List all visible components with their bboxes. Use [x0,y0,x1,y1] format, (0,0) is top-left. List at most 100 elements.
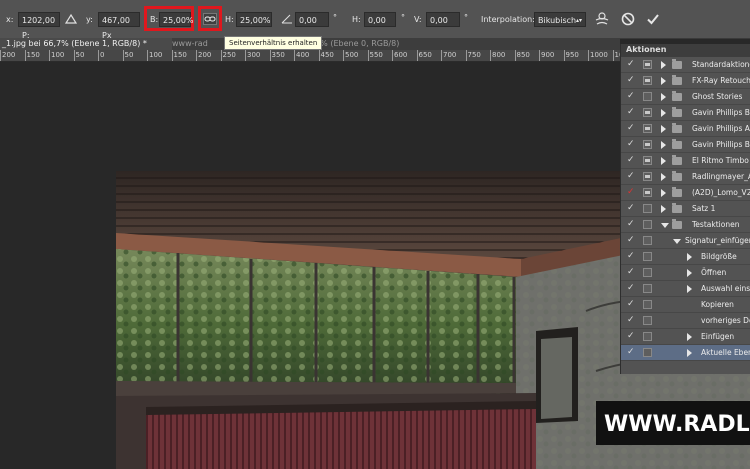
action-row[interactable]: ✓ Ghost Stories [621,89,750,105]
collapsed-triangle-icon[interactable] [661,61,666,69]
collapsed-triangle-icon[interactable] [687,349,692,357]
toggle-check-icon[interactable]: ✓ [627,171,635,182]
tab-www-rad[interactable]: www-rad [172,38,222,50]
width-percent-input[interactable]: 25,00% [159,12,194,27]
action-row[interactable]: ✓ Signatur_einfügen [621,233,750,249]
collapsed-triangle-icon[interactable] [661,77,666,85]
warp-mode-icon[interactable] [594,11,610,27]
h-skew-input[interactable]: 0,00 [364,12,396,27]
ruler-tick-label: 500 [345,51,359,59]
ruler-tick-label: 1000 [590,51,608,59]
collapsed-triangle-icon[interactable] [687,333,692,341]
ruler-tick [24,50,26,61]
ruler-tick-label: 200 [2,51,16,59]
dialog-toggle-icon[interactable] [643,316,652,325]
action-row[interactable]: ✓ El Ritmo Timbo - [621,153,750,169]
toggle-check-icon[interactable]: ✓ [627,187,635,198]
dialog-toggle-icon[interactable] [643,204,652,213]
toggle-check-icon[interactable]: ✓ [627,235,635,246]
action-label: Ghost Stories [692,92,743,101]
dialog-toggle-icon[interactable] [643,92,652,101]
expanded-triangle-icon[interactable] [661,223,669,228]
collapsed-triangle-icon[interactable] [687,269,692,277]
dialog-toggle-icon[interactable] [643,220,652,229]
toggle-check-icon[interactable]: ✓ [627,155,635,166]
toggle-check-icon[interactable]: ✓ [627,331,635,342]
action-row[interactable]: ✓ (A2D)_Lomo_V2 [621,185,750,201]
collapsed-triangle-icon[interactable] [661,189,666,197]
toggle-check-icon[interactable]: ✓ [627,59,635,70]
dialog-toggle-icon[interactable] [643,188,652,197]
action-row[interactable]: ✓ Testaktionen [621,217,750,233]
folder-icon [672,187,682,197]
cancel-transform-icon[interactable] [621,12,635,26]
toggle-check-icon[interactable]: ✓ [627,91,635,102]
v-skew-label: V: [414,15,422,24]
action-row[interactable]: ✓ Bildgröße [621,249,750,265]
toggle-check-icon[interactable]: ✓ [627,123,635,134]
toggle-check-icon[interactable]: ✓ [627,299,635,310]
expanded-triangle-icon[interactable] [673,239,681,244]
height-percent-input[interactable]: 25,00% [236,12,272,27]
x-position-input[interactable]: 1202,00 P: [18,12,60,40]
action-row[interactable]: ✓ Kopieren [621,297,750,313]
toggle-check-icon[interactable]: ✓ [627,75,635,86]
dialog-toggle-icon[interactable] [643,284,652,293]
collapsed-triangle-icon[interactable] [687,253,692,261]
action-row[interactable]: ✓ vorheriges Do [621,313,750,329]
dialog-toggle-icon[interactable] [643,108,652,117]
collapsed-triangle-icon[interactable] [661,141,666,149]
action-label: Gavin Phillips Bo [692,140,750,149]
action-row[interactable]: ✓ Radlingmayer_Ac [621,169,750,185]
toggle-check-icon[interactable]: ✓ [627,107,635,118]
dialog-toggle-icon[interactable] [643,300,652,309]
action-label: Kopieren [701,300,734,309]
y-position-input[interactable]: 467,00 Px [98,12,140,40]
tab-active-document[interactable]: _1.jpg bei 66,7% (Ebene 1, RGB/8) * [0,38,172,50]
ruler-tick [612,50,614,61]
action-row[interactable]: ✓ Gavin Phillips Bo [621,137,750,153]
collapsed-triangle-icon[interactable] [661,109,666,117]
collapsed-triangle-icon[interactable] [661,125,666,133]
tab-ebene-0[interactable]: 50% (Ebene 0, RGB/8) [310,38,430,50]
action-row[interactable]: ✓ Gavin Phillips BW [621,105,750,121]
action-row[interactable]: ✓ Gavin Phillips AL [621,121,750,137]
action-row[interactable]: ✓ Aktuelle Ebene [621,345,750,361]
collapsed-triangle-icon[interactable] [661,173,666,181]
toggle-check-icon[interactable]: ✓ [627,315,635,326]
action-row[interactable]: ✓ Standardaktionen [621,57,750,73]
dialog-toggle-icon[interactable] [643,332,652,341]
commit-transform-icon[interactable] [646,12,660,26]
toggle-check-icon[interactable]: ✓ [627,219,635,230]
dialog-toggle-icon[interactable] [643,252,652,261]
action-row[interactable]: ✓ FX-Ray Retouch [621,73,750,89]
dialog-toggle-icon[interactable] [643,156,652,165]
link-aspect-ratio-icon[interactable] [203,13,217,25]
rotate-angle-input[interactable]: 0,00 [295,12,329,27]
action-row[interactable]: ✓ Öffnen [621,265,750,281]
v-skew-input[interactable]: 0,00 [426,12,460,27]
collapsed-triangle-icon[interactable] [661,157,666,165]
toggle-check-icon[interactable]: ✓ [627,283,635,294]
toggle-check-icon[interactable]: ✓ [627,251,635,262]
toggle-check-icon[interactable]: ✓ [627,347,635,358]
action-row[interactable]: ✓ Satz 1 [621,201,750,217]
dialog-toggle-icon[interactable] [643,268,652,277]
interpolation-select[interactable]: Bikubisch ▴▾ [534,12,586,27]
toggle-check-icon[interactable]: ✓ [627,139,635,150]
dialog-toggle-icon[interactable] [643,76,652,85]
action-row[interactable]: ✓ Einfügen [621,329,750,345]
dialog-toggle-icon[interactable] [643,172,652,181]
dialog-toggle-icon[interactable] [643,236,652,245]
collapsed-triangle-icon[interactable] [687,285,692,293]
toggle-check-icon[interactable]: ✓ [627,203,635,214]
collapsed-triangle-icon[interactable] [661,205,666,213]
dialog-toggle-icon[interactable] [643,348,652,357]
dialog-toggle-icon[interactable] [643,124,652,133]
dialog-toggle-icon[interactable] [643,60,652,69]
action-row[interactable]: ✓ Auswahl einst [621,281,750,297]
dialog-toggle-icon[interactable] [643,140,652,149]
reference-point-icon[interactable] [65,13,77,25]
toggle-check-icon[interactable]: ✓ [627,267,635,278]
collapsed-triangle-icon[interactable] [661,93,666,101]
